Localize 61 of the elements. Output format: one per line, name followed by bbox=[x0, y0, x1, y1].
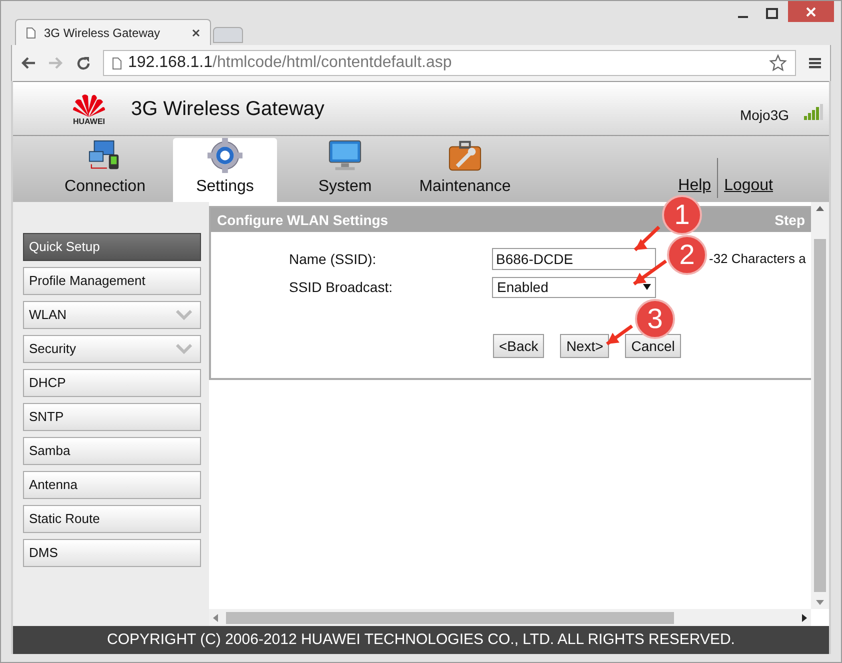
back-arrow-icon[interactable] bbox=[20, 56, 36, 70]
logo-text: HUAWEI bbox=[73, 118, 105, 126]
signal-icon bbox=[803, 104, 823, 120]
nav-tab[interactable]: System bbox=[293, 138, 397, 202]
tab-title: 3G Wireless Gateway bbox=[44, 24, 162, 42]
scroll-left-icon[interactable] bbox=[213, 614, 218, 622]
input-field[interactable]: B686-DCDE bbox=[492, 248, 656, 270]
logo-icon bbox=[72, 92, 106, 118]
nav-tab[interactable]: Settings bbox=[173, 138, 277, 202]
sidebar-item[interactable]: DHCP bbox=[23, 369, 201, 397]
scroll-up-icon[interactable] bbox=[816, 206, 824, 211]
arrow-icon bbox=[606, 324, 634, 346]
system-icon bbox=[327, 138, 363, 173]
sidebar-item[interactable]: DMS bbox=[23, 539, 201, 567]
maintenance-icon bbox=[447, 138, 483, 173]
menu-icon[interactable] bbox=[808, 56, 822, 70]
browser-tab[interactable]: 3G Wireless Gateway bbox=[15, 19, 211, 45]
url-text: 192.168.1.1/htmlcode/html/contentdefault.asp bbox=[128, 53, 453, 73]
close-button[interactable] bbox=[788, 1, 834, 22]
scroll-right-icon[interactable] bbox=[802, 614, 807, 622]
sidebar-item[interactable]: Security bbox=[23, 335, 201, 363]
star-icon[interactable] bbox=[769, 54, 787, 72]
field-label: SSID Broadcast: bbox=[289, 278, 394, 296]
arrow-icon bbox=[634, 226, 660, 252]
panel-title: Configure WLAN Settings bbox=[217, 210, 388, 230]
arrow-icon bbox=[632, 260, 668, 286]
sidebar-item[interactable]: Quick Setup bbox=[23, 233, 201, 261]
scroll-down-icon[interactable] bbox=[816, 600, 824, 605]
scroll-thumb[interactable] bbox=[226, 612, 674, 624]
page-title: 3G Wireless Gateway bbox=[131, 96, 326, 122]
sidebar-item[interactable]: SNTP bbox=[23, 403, 201, 431]
nav-tab[interactable]: Connection bbox=[53, 138, 157, 202]
network-name: Mojo3G bbox=[740, 106, 789, 125]
dropdown-arrow-icon bbox=[643, 284, 651, 290]
sidebar-item[interactable]: Samba bbox=[23, 437, 201, 465]
close-icon bbox=[806, 6, 816, 16]
form-button[interactable]: Next> bbox=[560, 334, 610, 358]
page-icon bbox=[26, 26, 36, 38]
help-link[interactable]: Help bbox=[678, 174, 712, 198]
sidebar-item[interactable]: Antenna bbox=[23, 471, 201, 499]
scroll-thumb[interactable] bbox=[814, 239, 826, 592]
close-icon[interactable] bbox=[192, 28, 200, 36]
field-label: Name (SSID): bbox=[289, 250, 378, 269]
maximize-icon[interactable] bbox=[766, 8, 778, 19]
horizontal-scrollbar[interactable] bbox=[209, 609, 811, 626]
sidebar-item[interactable]: Profile Management bbox=[23, 267, 201, 295]
sidebar-item[interactable]: WLAN bbox=[23, 301, 201, 329]
reload-icon[interactable] bbox=[76, 56, 91, 70]
step-label: Step bbox=[774, 210, 805, 230]
settings-icon bbox=[207, 138, 243, 173]
dropdown[interactable]: Enabled bbox=[492, 276, 656, 298]
copyright-text: COPYRIGHT (C) 2006-2012 HUAWEI TECHNOLOGIES CO., LTD. ALL RIGHTS RESERVED. bbox=[107, 630, 735, 650]
vertical-scrollbar[interactable] bbox=[811, 202, 829, 609]
form-button[interactable]: <Back bbox=[493, 334, 544, 358]
field-hint: -32 Characters a bbox=[709, 250, 806, 268]
page-icon bbox=[112, 56, 122, 70]
nav-tab[interactable]: Maintenance bbox=[413, 138, 517, 202]
sidebar-item[interactable]: Static Route bbox=[23, 505, 201, 533]
logout-link[interactable]: Logout bbox=[724, 174, 773, 198]
address-bar[interactable]: 192.168.1.1/htmlcode/html/contentdefault.asp bbox=[103, 50, 796, 76]
form-button[interactable]: Cancel bbox=[625, 334, 681, 358]
